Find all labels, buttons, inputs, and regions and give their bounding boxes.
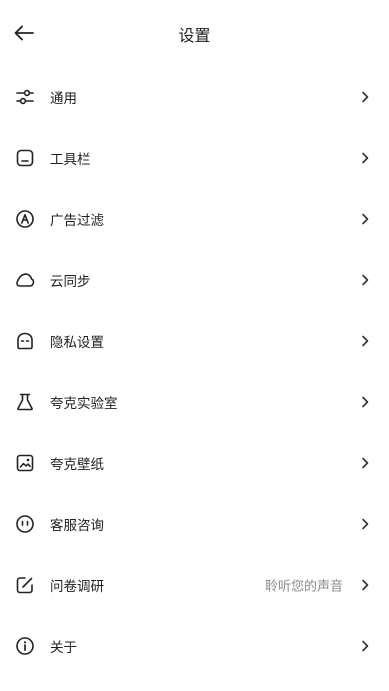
chevron-right-icon [359, 151, 371, 165]
chevron-right-icon [359, 395, 371, 409]
settings-item-label: 广告过滤 [50, 212, 104, 229]
settings-item-label: 关于 [50, 639, 77, 656]
settings-item-lab[interactable]: 夸克实验室 [0, 371, 389, 432]
settings-item-privacy[interactable]: 隐私设置 [0, 310, 389, 371]
settings-item-label: 工具栏 [50, 151, 91, 168]
settings-item-label: 通用 [50, 90, 77, 107]
chevron-right-icon [359, 578, 371, 592]
wallpaper-icon [14, 452, 36, 474]
chevron-right-icon [359, 90, 371, 104]
settings-item-general[interactable]: 通用 [0, 66, 389, 127]
settings-item-cloud-sync[interactable]: 云同步 [0, 249, 389, 310]
settings-item-customer-service[interactable]: 客服咨询 [0, 493, 389, 554]
chevron-right-icon [359, 639, 371, 653]
customer-service-icon [14, 513, 36, 535]
settings-list: 通用 工具栏 广告过滤 云同步 隐私设置 夸克实验室 夸克壁纸 客服咨询 问卷调… [0, 66, 389, 676]
chevron-right-icon [359, 456, 371, 470]
settings-item-label: 夸克壁纸 [50, 456, 104, 473]
settings-item-label: 云同步 [50, 273, 91, 290]
chevron-right-icon [359, 517, 371, 531]
survey-icon [14, 574, 36, 596]
page-title: 设置 [178, 26, 211, 45]
settings-item-survey[interactable]: 问卷调研 聆听您的声音 [0, 554, 389, 615]
sliders-icon [14, 86, 36, 108]
settings-item-value: 聆听您的声音 [264, 579, 343, 594]
settings-item-label: 问卷调研 [50, 578, 104, 595]
toolbar-icon [14, 147, 36, 169]
header: 设置 [0, 0, 389, 66]
ad-filter-icon [14, 208, 36, 230]
settings-item-about[interactable]: 关于 [0, 615, 389, 676]
settings-item-toolbar[interactable]: 工具栏 [0, 127, 389, 188]
privacy-icon [14, 330, 36, 352]
settings-item-wallpaper[interactable]: 夸克壁纸 [0, 432, 389, 493]
settings-item-label: 夸克实验室 [50, 395, 118, 412]
chevron-right-icon [359, 273, 371, 287]
settings-item-label: 客服咨询 [50, 517, 104, 534]
settings-item-label: 隐私设置 [50, 334, 104, 351]
settings-item-ad-filter[interactable]: 广告过滤 [0, 188, 389, 249]
cloud-icon [14, 269, 36, 291]
chevron-right-icon [359, 334, 371, 348]
chevron-right-icon [359, 212, 371, 226]
flask-icon [14, 391, 36, 413]
info-icon [14, 635, 36, 657]
